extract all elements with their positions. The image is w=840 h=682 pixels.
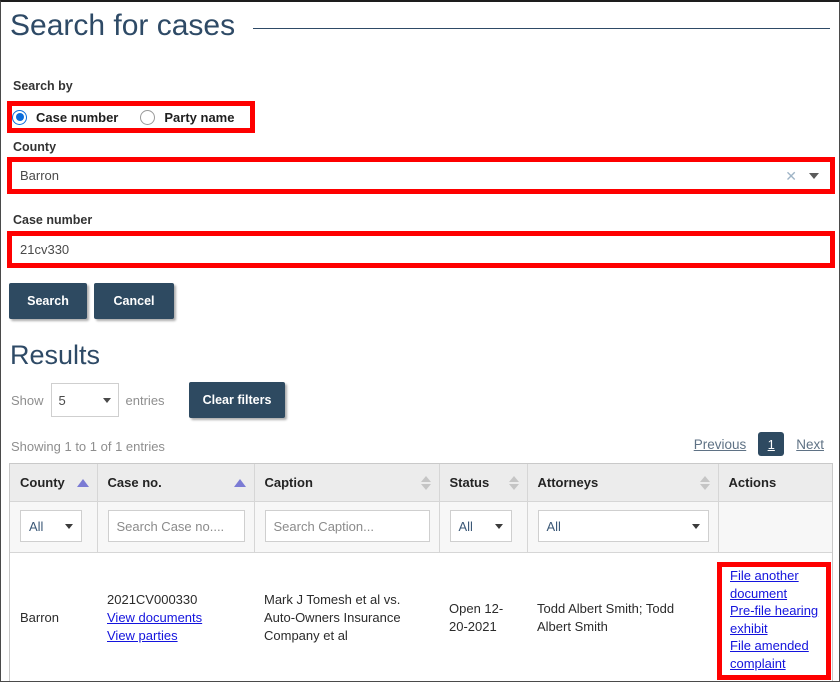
cell-caption: Mark J Tomesh et al vs. Auto-Owners Insu… xyxy=(254,552,439,681)
cell-case-no: 2021CV000330 View documents View parties xyxy=(97,552,254,681)
showing-entries-info: Showing 1 to 1 of 1 entries xyxy=(11,439,165,454)
entries-label: entries xyxy=(125,392,165,408)
cell-county: Barron xyxy=(10,552,97,681)
sort-none-icon[interactable] xyxy=(420,475,431,490)
file-another-document-link[interactable]: File another document xyxy=(730,567,822,602)
case-search-page: Search for cases Search by Case number P… xyxy=(0,0,840,682)
file-amended-complaint-link[interactable]: File amended complaint xyxy=(730,637,822,672)
county-value: Barron xyxy=(20,168,60,183)
column-label-caption: Caption xyxy=(264,475,313,490)
cell-status: Open 12-20-2021 xyxy=(439,552,527,681)
case-number-text: 2021CV000330 xyxy=(107,591,198,607)
filter-attorneys-select[interactable]: All xyxy=(537,510,709,542)
results-filter-row-body: All Search Case no.... Search Caption...… xyxy=(10,501,832,553)
case-number-value: 21cv330 xyxy=(20,242,70,257)
search-button[interactable]: Search xyxy=(9,283,87,319)
show-label: Show xyxy=(11,392,44,408)
column-header-actions: Actions xyxy=(718,464,832,502)
column-header-county[interactable]: County xyxy=(10,464,98,502)
county-select[interactable]: Barron ✕ xyxy=(11,160,831,191)
filter-cell-actions xyxy=(718,501,832,553)
table-row: Barron 2021CV000330 View documents View … xyxy=(10,552,832,681)
radio-case-number[interactable]: Case number xyxy=(12,109,119,125)
sort-none-icon[interactable] xyxy=(508,475,519,490)
clear-x-icon[interactable]: ✕ xyxy=(785,169,797,183)
results-heading: Results xyxy=(10,340,101,370)
filter-status-select[interactable]: All xyxy=(449,510,512,542)
column-header-caption[interactable]: Caption xyxy=(254,464,440,502)
results-table-head: County Case no. Caption Status Attorneys… xyxy=(10,464,832,502)
pagination-next[interactable]: Next xyxy=(792,437,828,452)
column-label-actions: Actions xyxy=(728,475,777,490)
cancel-button[interactable]: Cancel xyxy=(94,283,174,319)
cell-actions: File another document Pre-file hearing e… xyxy=(718,552,832,681)
sort-none-icon[interactable] xyxy=(699,475,710,490)
pagination-previous[interactable]: Previous xyxy=(690,437,751,452)
column-header-case-no[interactable]: Case no. xyxy=(97,464,255,502)
pagination-page-1[interactable]: 1 xyxy=(758,432,785,456)
title-divider xyxy=(253,27,830,29)
search-by-label: Search by xyxy=(13,79,73,93)
column-label-case-no: Case no. xyxy=(107,475,162,490)
column-header-attorneys[interactable]: Attorneys xyxy=(527,464,719,502)
case-number-label: Case number xyxy=(13,213,93,227)
sort-ascending-icon[interactable] xyxy=(76,478,89,487)
filter-cell-case-no: Search Case no.... xyxy=(97,501,255,553)
radio-case-number-control[interactable] xyxy=(12,109,27,125)
case-number-input[interactable]: 21cv330 xyxy=(11,234,831,265)
filter-caption-input[interactable]: Search Caption... xyxy=(264,510,430,542)
filter-attorneys-value: All xyxy=(546,518,561,534)
column-header-status[interactable]: Status xyxy=(439,464,528,502)
results-header-row: County Case no. Caption Status Attorneys… xyxy=(10,464,832,502)
filter-cell-attorneys: All xyxy=(527,501,719,553)
pre-file-hearing-exhibit-link[interactable]: Pre-file hearing exhibit xyxy=(730,602,822,637)
column-label-status: Status xyxy=(449,475,490,490)
results-table: County Case no. Caption Status Attorneys… xyxy=(10,464,832,681)
search-by-radio-group[interactable]: Case number Party name xyxy=(12,105,256,129)
show-entries-value: 5 xyxy=(58,392,66,408)
filter-case-no-input[interactable]: Search Case no.... xyxy=(107,510,245,542)
chevron-down-icon xyxy=(494,523,503,529)
county-label: County xyxy=(13,140,57,154)
chevron-down-icon xyxy=(65,523,73,529)
results-filter-row: All Search Case no.... Search Caption...… xyxy=(10,501,832,553)
results-table-wrapper: County Case no. Caption Status Attorneys… xyxy=(9,463,833,681)
filter-cell-status: All xyxy=(439,501,528,553)
filter-status-value: All xyxy=(458,518,473,534)
filter-county-value: All xyxy=(29,518,44,534)
filter-county-select[interactable]: All xyxy=(20,510,82,542)
filter-cell-caption: Search Caption... xyxy=(254,501,440,553)
radio-case-number-label: Case number xyxy=(36,109,119,125)
chevron-down-icon[interactable] xyxy=(809,172,819,179)
radio-party-name[interactable]: Party name xyxy=(140,109,235,125)
results-table-body: Barron 2021CV000330 View documents View … xyxy=(10,552,832,681)
chevron-down-icon xyxy=(102,397,111,403)
show-entries-select[interactable]: 5 xyxy=(50,383,119,417)
sort-ascending-icon[interactable] xyxy=(233,478,246,487)
column-label-attorneys: Attorneys xyxy=(537,475,599,490)
view-parties-link[interactable]: View parties xyxy=(107,627,244,645)
clear-filters-button[interactable]: Clear filters xyxy=(189,382,285,418)
cell-attorneys: Todd Albert Smith; Todd Albert Smith xyxy=(527,552,718,681)
radio-party-name-control[interactable] xyxy=(140,109,156,125)
pagination: Previous 1 Next xyxy=(690,432,828,456)
radio-party-name-label: Party name xyxy=(164,109,235,125)
show-entries-row: Show 5 entries xyxy=(11,383,165,417)
page-header: Search for cases xyxy=(10,6,832,46)
view-documents-link[interactable]: View documents xyxy=(107,609,244,627)
filter-cell-county: All xyxy=(10,501,98,553)
chevron-down-icon xyxy=(691,523,700,529)
column-label-county: County xyxy=(20,475,65,490)
page-title: Search for cases xyxy=(10,9,236,42)
